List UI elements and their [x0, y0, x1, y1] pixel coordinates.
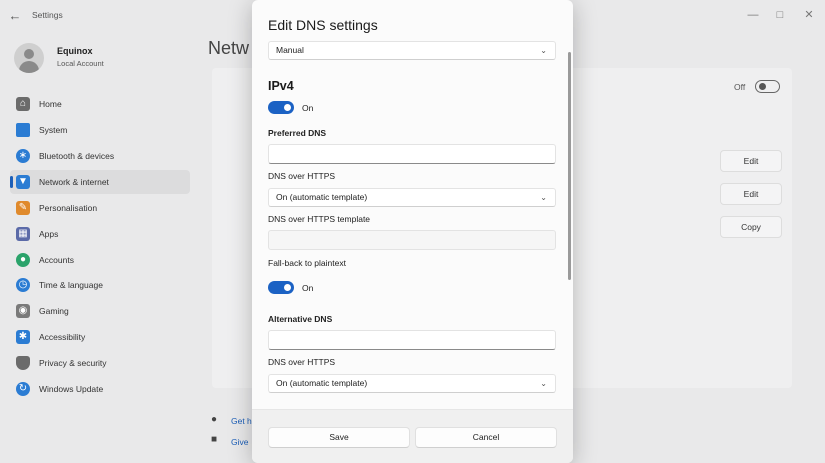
- chevron-down-icon: ⌄: [540, 379, 547, 388]
- preferred-dns-label: Preferred DNS: [268, 128, 327, 138]
- doh-select-value: On (automatic template): [276, 192, 368, 202]
- dialog-title: Edit DNS settings: [268, 17, 378, 33]
- fallback-label: Fall-back to plaintext: [268, 258, 346, 268]
- alternative-dns-input[interactable]: [268, 330, 556, 350]
- dialog-scrollbar[interactable]: [568, 52, 571, 280]
- fallback-toggle-label: On: [302, 283, 314, 293]
- doh-template-input[interactable]: [268, 230, 556, 250]
- chevron-down-icon: ⌄: [540, 193, 547, 202]
- doh-select-alt[interactable]: On (automatic template) ⌄: [268, 374, 556, 393]
- preferred-dns-input[interactable]: [268, 144, 556, 164]
- ipv4-heading: IPv4: [268, 79, 294, 93]
- dns-mode-value: Manual: [276, 45, 304, 55]
- doh-label-alt: DNS over HTTPS: [268, 357, 336, 367]
- ipv4-toggle[interactable]: [268, 101, 294, 114]
- doh-template-label: DNS over HTTPS template: [268, 214, 371, 224]
- dialog-footer: Save Cancel: [252, 409, 573, 463]
- alternative-dns-label: Alternative DNS: [268, 314, 333, 324]
- dns-mode-select[interactable]: Manual ⌄: [268, 41, 556, 60]
- cancel-button[interactable]: Cancel: [415, 427, 557, 448]
- chevron-down-icon: ⌄: [540, 46, 547, 55]
- ipv4-toggle-label: On: [302, 103, 314, 113]
- save-button[interactable]: Save: [268, 427, 410, 448]
- fallback-toggle[interactable]: [268, 281, 294, 294]
- doh-select-alt-value: On (automatic template): [276, 378, 368, 388]
- doh-select[interactable]: On (automatic template) ⌄: [268, 188, 556, 207]
- edit-dns-dialog: Edit DNS settings Manual ⌄ IPv4 On Prefe…: [252, 0, 573, 463]
- doh-label: DNS over HTTPS: [268, 171, 336, 181]
